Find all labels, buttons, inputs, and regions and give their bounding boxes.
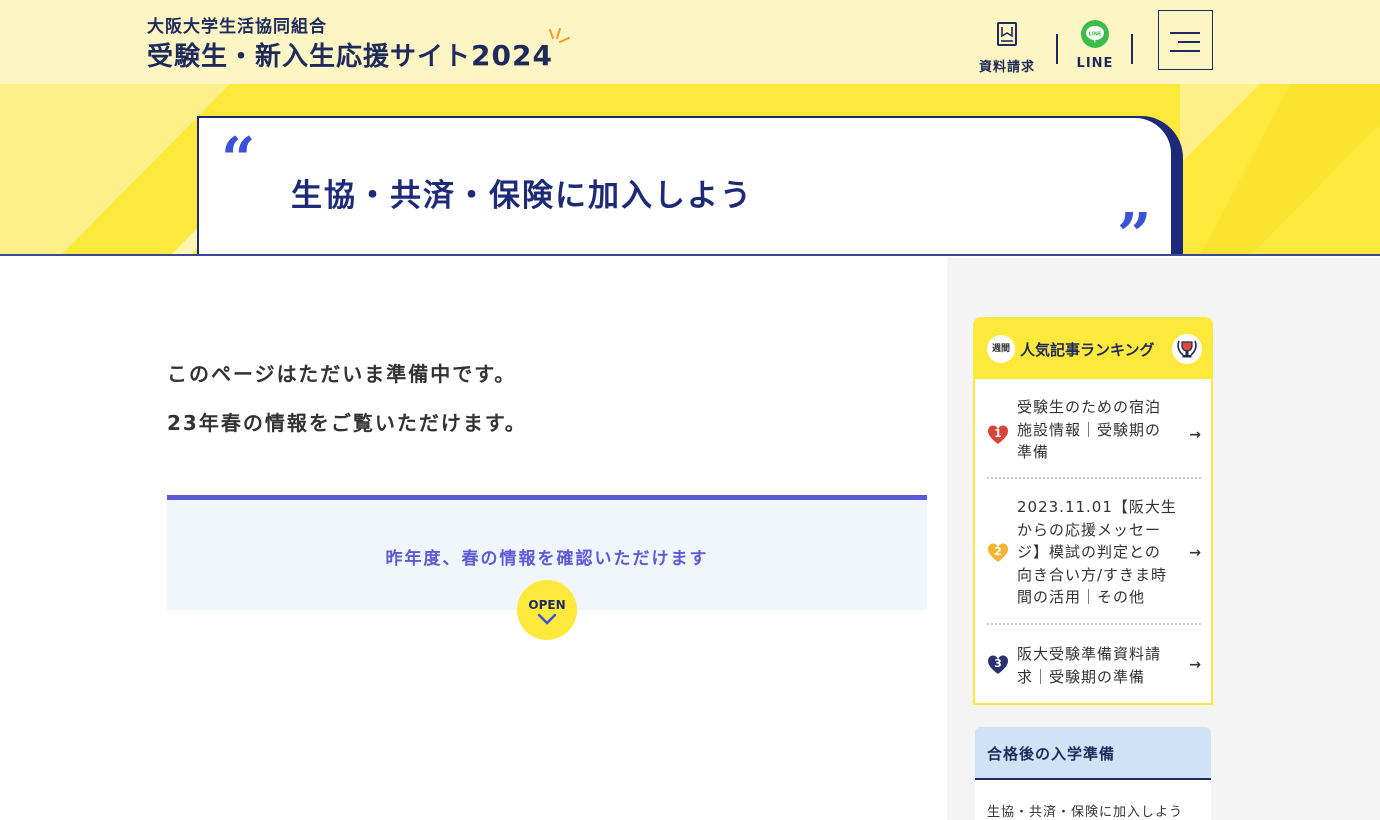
ranking-item-title: 阪大受験準備資料請 求｜受験期の準備 [1017,645,1162,686]
preparing-notice: このページはただいま準備中です。 [167,362,517,386]
request-label: 資料請求 [978,60,1035,75]
hero-card: “ 生協・共済・保険に加入しよう ” [197,116,1173,256]
ranking-item-2[interactable]: 2 2023.11.01【阪大生 からの応援メッセー ジ】模試の判定との 向き合… [987,479,1201,625]
site-logo[interactable]: 受験生・新入生応援サイト2024 [147,36,553,73]
rank-number: 2 [994,545,1002,558]
open-label: OPEN [528,598,566,612]
line-icon: LINE [1081,20,1109,48]
trophy-icon [1172,334,1202,364]
page-title: 生協・共済・保険に加入しよう [291,178,753,214]
site-title: 受験生・新入生応援サイト [147,42,472,72]
weekly-badge: 週間 [987,335,1015,363]
line-label: LINE [1076,56,1114,71]
ranking-item-3[interactable]: 3 阪大受験準備資料請 求｜受験期の準備 → [987,625,1201,701]
rank-number: 1 [994,427,1002,440]
quote-open-icon: “ [221,125,256,195]
menu-bar [1170,32,1200,34]
page-hero: “ 生協・共済・保険に加入しよう ” [0,84,1380,256]
previous-info-notice: 23年春の情報をご覧いただけます。 [167,411,527,435]
site-header: 大阪大学生活協同組合 受験生・新入生応援サイト2024 資料請求 LINE LI… [0,0,1380,84]
chevron-down-icon [537,613,557,625]
header-divider [1056,34,1058,64]
rank-number: 3 [994,657,1002,670]
category-body: 生協・共済・保険に加入しよう [975,780,1211,820]
ranking-item-title: 2023.11.01【阪大生 からの応援メッセー ジ】模試の判定との 向き合い方… [1017,498,1177,606]
hamburger-menu-button[interactable] [1158,10,1213,70]
arrow-right-icon: → [1189,545,1201,561]
menu-bar [1170,50,1200,52]
category-header[interactable]: 合格後の入学準備 [975,727,1211,780]
category-link[interactable]: 生協・共済・保険に加入しよう [987,801,1183,820]
org-name[interactable]: 大阪大学生活協同組合 [147,12,327,37]
quote-close-icon: ” [1117,201,1152,256]
open-accordion-button[interactable]: OPEN [517,580,577,640]
document-request-icon [997,22,1017,46]
svg-text:LINE: LINE [1089,32,1102,38]
rank-heart-icon: 2 [987,542,1009,564]
menu-bar [1178,41,1200,43]
ranking-item-1[interactable]: 1 受験生のための宿泊 施設情報｜受験期の 準備 → [987,389,1201,479]
accordion-title: 昨年度、春の情報を確認いただけます [385,549,709,569]
site-year: 2024 [471,39,553,72]
ranking-header: 週間 人気記事ランキング [975,319,1211,379]
line-button[interactable]: LINE LINE [1074,18,1116,71]
arrow-right-icon: → [1189,657,1201,673]
sparkle-icon [549,28,570,43]
ranking-title: 人気記事ランキング [1020,341,1155,359]
rank-heart-icon: 3 [987,654,1009,676]
header-divider [1131,34,1133,64]
category-title: 合格後の入学準備 [987,745,1116,763]
arrow-right-icon: → [1189,427,1201,443]
request-button[interactable]: 資料請求 [976,18,1038,75]
ranking-item-title: 受験生のための宿泊 施設情報｜受験期の 準備 [1017,398,1162,461]
ranking-panel: 週間 人気記事ランキング 1 受験生のための宿泊 施設情報｜受験期の 準備 → … [973,317,1213,705]
rank-heart-icon: 1 [987,424,1009,446]
